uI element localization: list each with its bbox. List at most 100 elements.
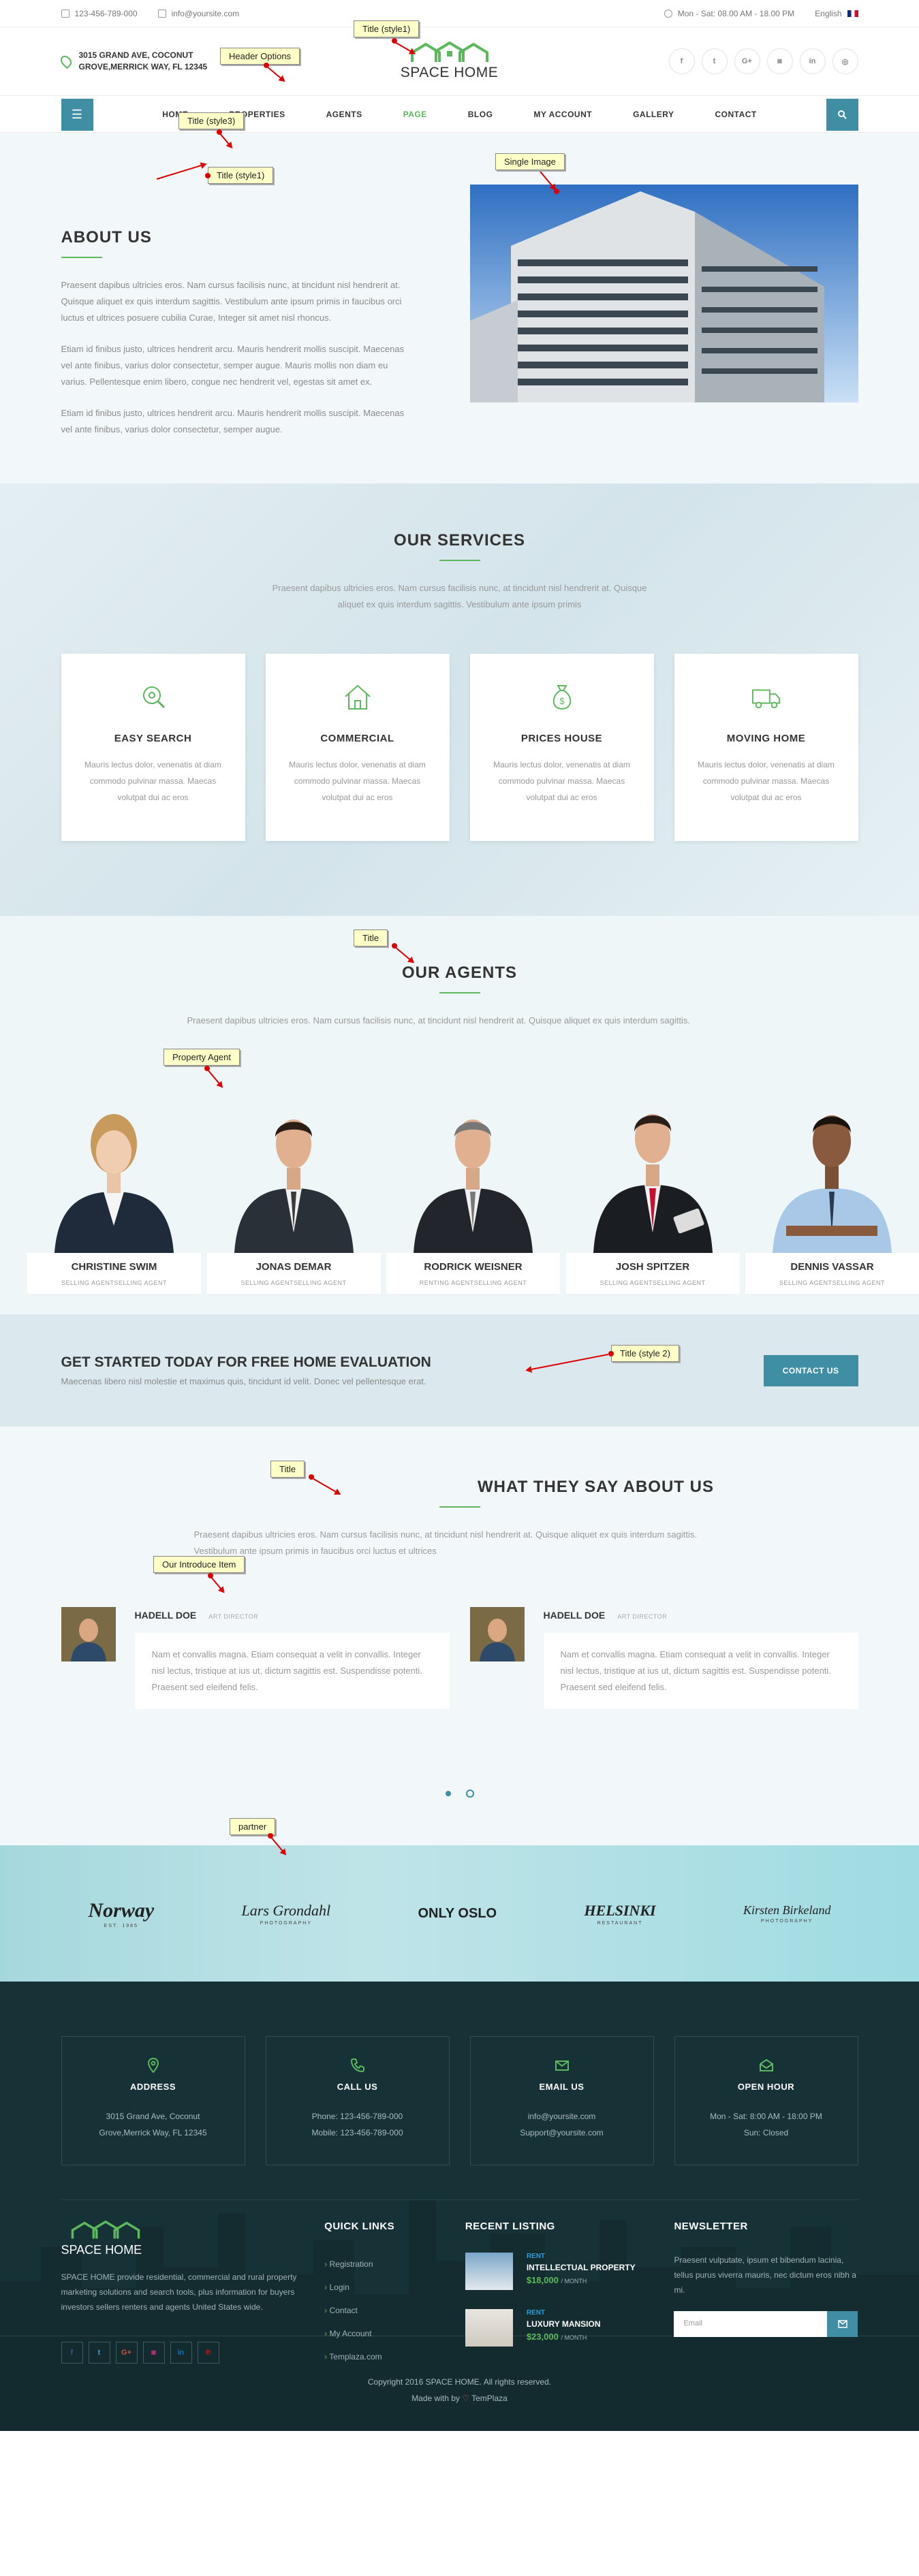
pin-icon — [145, 2057, 161, 2073]
search-icon — [838, 110, 847, 119]
clock-icon — [664, 10, 672, 18]
pin-icon — [58, 53, 74, 69]
services-section: OUR SERVICES Praesent dapibus ultricies … — [0, 20, 919, 916]
footer-link[interactable]: Contact — [324, 2299, 440, 2322]
header: 3015 GRAND AVE, COCONUT GROVE,MERRICK WAY… — [0, 27, 919, 95]
money-bag-icon: $ — [546, 681, 578, 712]
testimonial-name: HADELL DOE — [543, 1610, 606, 1621]
service-card[interactable]: COMMERCIAL Mauris lectus dolor, venenati… — [265, 654, 450, 841]
title-underline — [439, 560, 480, 561]
agent-card[interactable]: JOSH SPITZER SELLING AGENTSELLING AGENT — [565, 1090, 740, 1294]
agent-card[interactable]: RODRICK WEISNER RENTING AGENTSELLING AGEN… — [386, 1090, 560, 1294]
agent-card[interactable]: DENNIS VASSAR SELLING AGENTSELLING AGENT — [745, 1090, 919, 1294]
partner-logo[interactable]: HELSINKI RESTAURANT — [584, 1902, 655, 1926]
topbar: 123-456-789-000 info@yoursite.com Mon - … — [0, 0, 919, 27]
nav-item-blog[interactable]: BLOG — [448, 110, 514, 119]
dribbble-icon[interactable]: ◎ — [832, 48, 858, 74]
newsletter-submit-button[interactable] — [827, 2311, 858, 2337]
partners-section: Norway EST. 1985 Lars Grondahl PHOTOGRAPHY… — [0, 1818, 919, 1982]
agent-role: RENTING AGENTSELLING AGENT — [419, 1279, 527, 1286]
listing-item[interactable]: RENT LUXURY MANSION $23,000 / MONTH — [465, 2309, 649, 2347]
partner-logo[interactable]: ONLY OSLO — [418, 1906, 497, 1922]
topbar-hours: Mon - Sat: 08.00 AM - 18.00 PM — [664, 9, 794, 18]
annotation-dot — [264, 63, 269, 68]
linkedin-icon[interactable]: in — [170, 2342, 192, 2364]
newsletter-email-input[interactable]: Email — [674, 2311, 828, 2337]
annotation-single-image: Single Image — [495, 153, 565, 170]
about-title: ABOUT US — [61, 228, 152, 247]
search-icon — [138, 681, 169, 712]
partner-logo[interactable]: Kirsten Birkeland PHOTOGRAPHY — [743, 1903, 831, 1924]
testimonials-title: WHAT THEY SAY ABOUT US — [478, 1478, 714, 1496]
title-underline — [439, 992, 480, 993]
testimonials-section: WHAT THEY SAY ABOUT US Praesent dapibus … — [0, 1427, 919, 1845]
annotation-title: Title — [354, 929, 388, 947]
nav-item-contact[interactable]: CONTACT — [694, 110, 777, 119]
agent-photo — [27, 1090, 201, 1253]
search-button[interactable] — [826, 98, 858, 131]
agent-name: RODRICK WEISNER — [424, 1261, 523, 1273]
logo-houses-icon — [410, 42, 488, 62]
twitter-icon[interactable]: t — [88, 2342, 110, 2364]
topbar-email[interactable]: info@yoursite.com — [157, 9, 239, 18]
logo-houses-icon — [71, 2220, 140, 2239]
carousel-dot[interactable] — [465, 1790, 474, 1798]
footer-link[interactable]: Registration — [324, 2253, 440, 2276]
footer-link[interactable]: Login — [324, 2276, 440, 2299]
nav-item-agents[interactable]: AGENTS — [306, 110, 383, 119]
nav-item-my-account[interactable]: MY ACCOUNT — [513, 110, 612, 119]
services-lead: Praesent dapibus ultricies eros. Nam cur… — [272, 583, 647, 609]
twitter-icon[interactable]: t — [701, 48, 728, 74]
contact-us-button[interactable]: CONTACT US — [763, 1354, 858, 1386]
partner-logo[interactable]: Norway EST. 1985 — [89, 1899, 155, 1928]
about-section: ABOUT US Praesent dapibus ultricies eros… — [0, 133, 919, 483]
footer-socials: f t G+ ◙ in ℗ — [61, 2342, 300, 2364]
topbar-phone: 123-456-789-000 — [61, 9, 138, 18]
agent-role: SELLING AGENTSELLING AGENT — [779, 1279, 886, 1286]
nav-item-page[interactable]: PAGE — [383, 110, 448, 119]
agent-card[interactable]: JONAS DEMAR SELLING AGENTSELLING AGENT — [206, 1090, 381, 1294]
facebook-icon[interactable]: f — [668, 48, 695, 74]
annotation-dot — [208, 1573, 213, 1578]
listing-item[interactable]: RENT INTELLECTUAL PROPERTY $18,000 / MONTH — [465, 2253, 649, 2290]
footer-newsletter: NEWSLETTER Praesent vulputate, ipsum et … — [674, 2221, 858, 2368]
google-plus-icon[interactable]: G+ — [115, 2342, 138, 2364]
service-card[interactable]: MOVING HOME Mauris lectus dolor, venenat… — [674, 654, 858, 841]
agents-lead: Praesent dapibus ultricies eros. Nam cur… — [187, 1015, 690, 1025]
footer-link[interactable]: Templaza.com — [324, 2345, 440, 2368]
service-text: Mauris lectus dolor, venenatis at diam c… — [84, 760, 221, 802]
partner-logo[interactable]: Lars Grondahl PHOTOGRAPHY — [242, 1902, 331, 1926]
service-card[interactable]: $ PRICES HOUSE Mauris lectus dolor, vene… — [469, 654, 654, 841]
language-selector[interactable]: English — [815, 9, 858, 18]
footer-logo[interactable]: SPACE HOME — [61, 2220, 300, 2257]
about-paragraph: Praesent dapibus ultricies eros. Nam cur… — [61, 280, 402, 323]
services-title: OUR SERVICES — [394, 531, 525, 550]
agent-name: CHRISTINE SWIM — [71, 1261, 157, 1273]
agent-name: DENNIS VASSAR — [790, 1261, 874, 1273]
agent-photo — [386, 1090, 560, 1253]
heart-icon: ♡ — [462, 2394, 469, 2403]
carousel-dot[interactable] — [445, 1791, 451, 1796]
instagram-icon[interactable]: ◙ — [142, 2342, 165, 2364]
footer-call-box: CALL US Phone: 123-456-789-000 Mobile: 1… — [265, 2036, 450, 2165]
instagram-icon[interactable]: ◙ — [766, 48, 793, 74]
cta-text: Maecenas libero nisl molestie et maximus… — [61, 1376, 426, 1386]
footer-divider — [61, 2199, 858, 2200]
facebook-icon[interactable]: f — [61, 2342, 83, 2364]
agent-card[interactable]: CHRISTINE SWIM SELLING AGENTSELLING AGENT — [27, 1090, 201, 1294]
google-plus-icon[interactable]: G+ — [734, 48, 760, 74]
testimonials-lead: Praesent dapibus ultricies eros. Nam cur… — [193, 1529, 697, 1556]
footer-recent-listing: RECENT LISTING RENT INTELLECTUAL PROPERTY… — [465, 2221, 649, 2368]
menu-toggle-button[interactable]: ☰ — [61, 98, 93, 131]
site-logo[interactable]: SPACE HOME — [401, 42, 498, 81]
linkedin-icon[interactable]: in — [799, 48, 826, 74]
nav-item-gallery[interactable]: GALLERY — [612, 110, 694, 119]
service-title: PRICES HOUSE — [520, 733, 603, 744]
annotation-title-style3: Title (style3) — [178, 112, 245, 129]
service-title: COMMERCIAL — [320, 733, 394, 744]
footer: ADDRESS 3015 Grand Ave, Coconut Grove,Me… — [0, 1982, 919, 2431]
service-card[interactable]: EASY SEARCH Mauris lectus dolor, venenat… — [61, 654, 245, 841]
agents-section: OUR AGENTS Praesent dapibus ultricies er… — [0, 916, 919, 1314]
footer-link[interactable]: My Account — [324, 2322, 440, 2345]
pinterest-icon[interactable]: ℗ — [197, 2342, 219, 2364]
